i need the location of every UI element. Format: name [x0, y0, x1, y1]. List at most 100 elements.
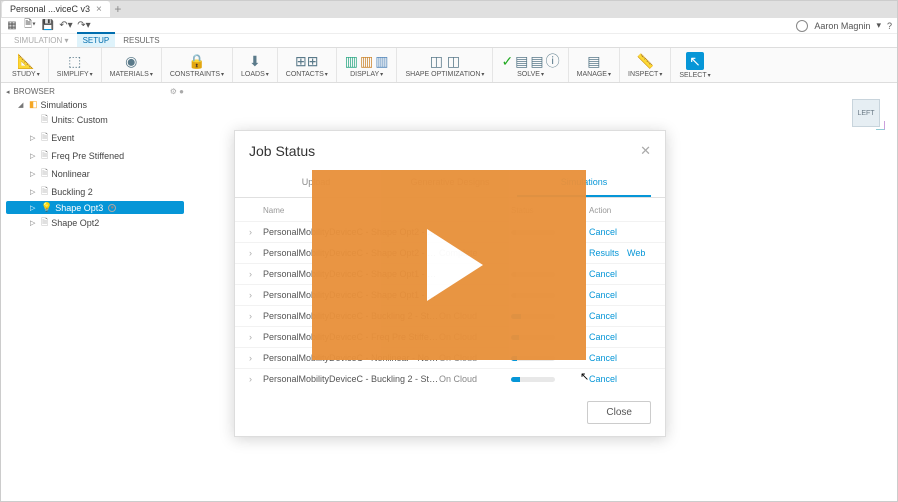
group-shape-opt[interactable]: ◫ ◫ SHAPE OPTIMIZATION▾	[397, 48, 493, 82]
bulb-icon: 💡	[41, 202, 52, 213]
solve-icon4: ⓘ	[546, 54, 560, 68]
group-solve[interactable]: ✓ ▤ ▤ ⓘ SOLVE▾	[493, 48, 568, 82]
shape-opt-icon: ◫ ◫	[430, 54, 460, 68]
group-simplify[interactable]: ⬚ SIMPLIFY▾	[49, 48, 102, 82]
doc-icon: 🗎	[41, 215, 48, 231]
video-play-overlay[interactable]	[312, 170, 586, 360]
tree-item[interactable]: 🗎Units: Custom	[6, 111, 184, 129]
doc-icon: 🗎	[41, 148, 48, 164]
chevron-right-icon[interactable]: ›	[249, 290, 263, 300]
doc-icon: 🗎	[41, 130, 48, 146]
browser-panel: ◂ BROWSER ⚙ ● ◢◧Simulations 🗎Units: Cust…	[0, 83, 190, 502]
app-bar: ▦ 🗎▾ 💾 ↶▾ ↷▾ Aaron Magnin ▾ ?	[0, 18, 898, 34]
simplify-icon: ⬚	[68, 54, 81, 68]
chevron-right-icon[interactable]: ›	[249, 353, 263, 363]
action-link[interactable]: Web	[627, 248, 645, 258]
browser-header[interactable]: ◂ BROWSER ⚙ ●	[6, 87, 184, 96]
close-button[interactable]: Close	[587, 401, 651, 424]
chevron-right-icon[interactable]: ›	[249, 248, 263, 258]
action-link[interactable]: Cancel	[589, 332, 617, 342]
solve-icon3: ▤	[530, 54, 543, 68]
collapse-icon: ◂	[6, 88, 10, 96]
radio-icon[interactable]: ●	[108, 204, 116, 212]
job-row[interactable]: ›PersonalMobilityDeviceC - Buckling 2 - …	[235, 368, 665, 389]
solve-icon2: ▤	[515, 54, 528, 68]
display-icon3: ▥	[375, 54, 388, 68]
file-icon[interactable]: 🗎▾	[24, 20, 36, 32]
tab-results[interactable]: RESULTS	[117, 34, 165, 47]
browser-title: BROWSER	[14, 87, 55, 96]
constraints-icon: 🔒	[188, 54, 205, 68]
group-constraints[interactable]: 🔒 CONSTRAINTS▾	[162, 48, 233, 82]
ribbon-tabs: SIMULATION ▾ SETUP RESULTS	[0, 34, 898, 48]
action-link[interactable]: Cancel	[589, 311, 617, 321]
action-link[interactable]: Cancel	[589, 227, 617, 237]
tree-item[interactable]: ▷🗎Event	[6, 129, 184, 147]
chevron-right-icon[interactable]: ›	[249, 332, 263, 342]
group-display[interactable]: ▥▥▥ DISPLAY▾	[337, 48, 398, 82]
save-icon[interactable]: 💾	[42, 20, 54, 32]
doc-icon: 🗎	[41, 166, 48, 182]
inspect-icon: 📏	[636, 54, 653, 68]
new-tab-button[interactable]: +	[110, 1, 126, 17]
group-study[interactable]: 📐 STUDY▾	[4, 48, 49, 82]
progress-bar	[511, 377, 555, 382]
action-link[interactable]: Cancel	[589, 269, 617, 279]
job-name: PersonalMobilityDeviceC - Buckling 2 - S…	[263, 374, 439, 384]
grid-icon[interactable]: ▦	[6, 20, 18, 32]
manage-icon: ▤	[587, 54, 600, 68]
close-icon[interactable]: ✕	[640, 143, 651, 159]
chevron-right-icon[interactable]: ›	[249, 311, 263, 321]
user-avatar-icon[interactable]	[796, 20, 808, 32]
solve-icon: ✓	[501, 54, 513, 68]
tree-item[interactable]: ▷🗎Freq Pre Stiffened	[6, 147, 184, 165]
tree-item[interactable]: ▷🗎Nonlinear	[6, 165, 184, 183]
cube-icon: ◧	[29, 99, 38, 110]
materials-icon: ◉	[125, 54, 137, 68]
redo-icon[interactable]: ↷▾	[78, 20, 90, 32]
doc-icon: 🗎	[41, 184, 48, 200]
display-icon: ▥	[345, 54, 358, 68]
chevron-right-icon[interactable]: ›	[249, 227, 263, 237]
user-name[interactable]: Aaron Magnin	[814, 21, 870, 31]
study-icon: 📐	[17, 54, 34, 68]
tree-root[interactable]: ◢◧Simulations	[6, 98, 184, 111]
col-action: Action	[589, 206, 651, 215]
ribbon-panel: 📐 STUDY▾ ⬚ SIMPLIFY▾ ◉ MATERIALS▾ 🔒 CONS…	[0, 48, 898, 83]
loads-icon: ⬇	[249, 54, 261, 68]
chevron-right-icon[interactable]: ›	[249, 374, 263, 384]
job-location: On Cloud	[439, 374, 511, 384]
doc-icon: 🗎	[41, 112, 48, 128]
user-caret-icon: ▾	[876, 20, 881, 31]
workspace-dropdown[interactable]: SIMULATION ▾	[8, 34, 75, 47]
display-icon2: ▥	[360, 54, 373, 68]
browser-gear-icon[interactable]: ⚙ ●	[170, 87, 184, 96]
undo-icon[interactable]: ↶▾	[60, 20, 72, 32]
contacts-icon: ⊞⊞	[295, 54, 318, 68]
action-link[interactable]: Cancel	[589, 353, 617, 363]
tab-setup[interactable]: SETUP	[77, 32, 116, 47]
tree-item[interactable]: ▷🗎Shape Opt2	[6, 214, 184, 232]
tree-item[interactable]: ▷🗎Buckling 2	[6, 183, 184, 201]
document-tab-bar: Personal ...viceC v3 × +	[0, 0, 898, 18]
tree-item-selected[interactable]: ▷💡Shape Opt3●	[6, 201, 184, 214]
close-icon[interactable]: ×	[96, 4, 102, 15]
play-icon	[427, 229, 483, 301]
browser-tree: ◢◧Simulations 🗎Units: Custom ▷🗎Event ▷🗎F…	[6, 98, 184, 232]
viewcube[interactable]: LEFT	[852, 99, 880, 127]
group-contacts[interactable]: ⊞⊞ CONTACTS▾	[278, 48, 337, 82]
group-manage[interactable]: ▤ MANAGE▾	[569, 48, 620, 82]
action-link[interactable]: Results	[589, 248, 619, 258]
document-tab-title: Personal ...viceC v3	[10, 4, 90, 14]
document-tab[interactable]: Personal ...viceC v3 ×	[2, 1, 110, 17]
help-icon[interactable]: ?	[887, 21, 892, 31]
action-link[interactable]: Cancel	[589, 374, 617, 384]
group-select[interactable]: ↖ SELECT▾	[671, 48, 718, 82]
dialog-title: Job Status	[249, 143, 315, 159]
select-icon: ↖	[689, 54, 701, 68]
group-materials[interactable]: ◉ MATERIALS▾	[102, 48, 162, 82]
action-link[interactable]: Cancel	[589, 290, 617, 300]
group-loads[interactable]: ⬇ LOADS▾	[233, 48, 278, 82]
chevron-right-icon[interactable]: ›	[249, 269, 263, 279]
group-inspect[interactable]: 📏 INSPECT▾	[620, 48, 671, 82]
